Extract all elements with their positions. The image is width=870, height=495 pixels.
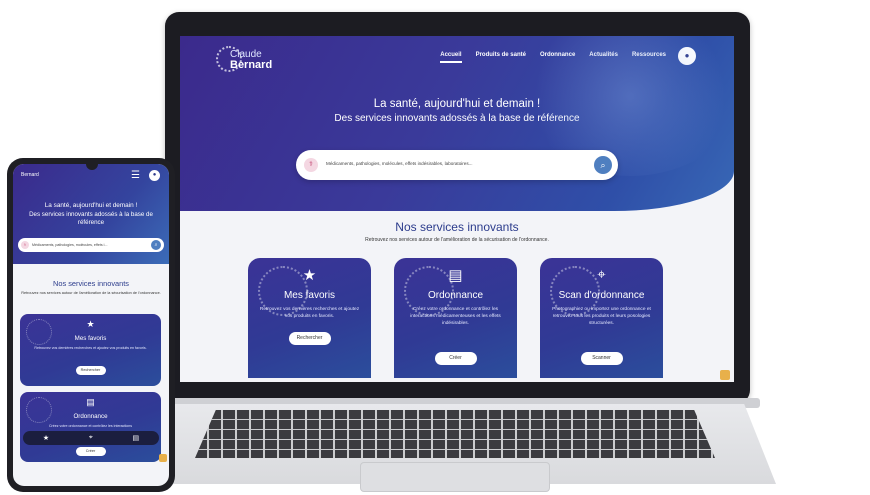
card-description: Retrouvez vos dernières recherches et aj… xyxy=(34,346,147,350)
hero-subtitle: Des services innovants adossés à la base… xyxy=(334,113,580,124)
mobile-card-favoris: ★ Mes favoris Retrouvez vos dernières re… xyxy=(20,314,161,386)
logo-line2: Bernard xyxy=(230,59,273,71)
mobile-search-filter-icon[interactable]: ⚕ xyxy=(21,241,29,249)
nav-item-actualites[interactable]: Actualités xyxy=(589,52,618,63)
user-avatar-icon[interactable]: ● xyxy=(678,47,696,65)
mobile-logo[interactable]: Bernard xyxy=(21,172,39,178)
card-description: Photographiez ou importez une ordonnance… xyxy=(552,307,651,326)
mobile-card-ordonnance: ▤ Ordonnance Créez votre ordonnance et c… xyxy=(20,392,161,462)
mobile-section-subtitle: Retrouvez nos services autour de l'améli… xyxy=(21,291,161,295)
bottom-nav-ordonnance-icon[interactable]: ▤ xyxy=(132,434,139,442)
scanner-button[interactable]: Scanner xyxy=(580,352,623,365)
mobile-feedback-icon[interactable] xyxy=(159,454,167,462)
bottom-nav-scan-icon[interactable]: ⌖ xyxy=(89,434,93,442)
card-ordonnance: ▤ Ordonnance Créez votre ordonnance et c… xyxy=(394,258,517,378)
mobile-avatar-icon[interactable]: ● xyxy=(149,170,160,181)
card-description: Créez votre ordonnance et contrôlez les … xyxy=(410,307,501,326)
scan-icon: ⌖ xyxy=(597,266,606,283)
search-bar[interactable]: ⚕ Médicaments, pathologies, molécules, e… xyxy=(296,150,618,180)
card-title: Ordonnance xyxy=(427,290,484,301)
mobile-hero-title: La santé, aujourd'hui et demain ! xyxy=(44,202,138,209)
card-title: Ordonnance xyxy=(73,413,108,420)
nav-item-ressources[interactable]: Ressources xyxy=(632,52,666,63)
mobile-search-icon[interactable]: ⌕ xyxy=(151,240,161,250)
card-title: Mes favoris xyxy=(74,335,107,342)
rechercher-button[interactable]: Rechercher xyxy=(288,332,331,345)
star-icon: ★ xyxy=(86,319,95,329)
nav-item-ordonnance[interactable]: Ordonnance xyxy=(540,52,575,63)
search-input[interactable]: Médicaments, pathologies, molécules, eff… xyxy=(326,161,472,166)
logo[interactable]: Claude Bernard xyxy=(216,46,286,76)
card-scan: ⌖ Scan d'ordonnance Photographiez ou imp… xyxy=(540,258,663,378)
trackpad xyxy=(360,462,550,492)
card-description: Retrouvez vos dernières recherches et aj… xyxy=(259,307,360,319)
mobile-hero-subtitle: Des services innovants adossés à la base… xyxy=(29,211,153,226)
card-description: Créez votre ordonnance et contrôlez les … xyxy=(48,424,133,428)
section-title: Nos services innovants xyxy=(395,220,519,234)
keyboard-rows xyxy=(195,410,715,458)
card-title: Scan d'ordonnance xyxy=(558,290,645,301)
search-icon[interactable]: ⌕ xyxy=(594,156,612,174)
bottom-nav-favoris-icon[interactable]: ★ xyxy=(43,434,49,442)
creer-button[interactable]: Créer xyxy=(434,352,477,365)
hero-title: La santé, aujourd'hui et demain ! xyxy=(373,98,541,110)
card-title: Mes favoris xyxy=(283,290,336,301)
nav-item-accueil[interactable]: Accueil xyxy=(440,52,462,63)
mobile-creer-button[interactable]: Créer xyxy=(75,447,106,456)
section-subtitle: Retrouvez nos services autour de l'améli… xyxy=(365,237,549,243)
document-icon: ▤ xyxy=(448,267,463,284)
hero-banner: Claude Bernard Accueil Produits de santé… xyxy=(180,36,734,211)
card-favoris: ★ Mes favoris Retrouvez vos dernières re… xyxy=(248,258,371,378)
mobile-search-bar[interactable]: ⚕ Médicaments, pathologies, molécules, e… xyxy=(18,238,164,252)
laptop-screen: Claude Bernard Accueil Produits de santé… xyxy=(180,36,734,382)
feedback-icon[interactable] xyxy=(720,370,730,380)
nav-item-produits[interactable]: Produits de santé xyxy=(476,52,526,63)
mobile-section-title: Nos services innovants xyxy=(53,279,129,288)
phone-screen: Bernard ☰ ● La santé, aujourd'hui et dem… xyxy=(13,164,169,486)
mobile-search-input[interactable]: Médicaments, pathologies, molécules, eff… xyxy=(32,243,107,247)
document-icon: ▤ xyxy=(86,397,95,407)
hamburger-menu-icon[interactable]: ☰ xyxy=(131,170,140,181)
search-filter-icon[interactable]: ⚕ xyxy=(304,158,318,172)
main-nav: Accueil Produits de santé Ordonnance Act… xyxy=(440,52,666,63)
star-icon: ★ xyxy=(302,267,317,284)
mobile-bottom-nav: ★ ⌖ ▤ xyxy=(23,431,159,445)
mobile-rechercher-button[interactable]: Rechercher xyxy=(75,366,106,375)
